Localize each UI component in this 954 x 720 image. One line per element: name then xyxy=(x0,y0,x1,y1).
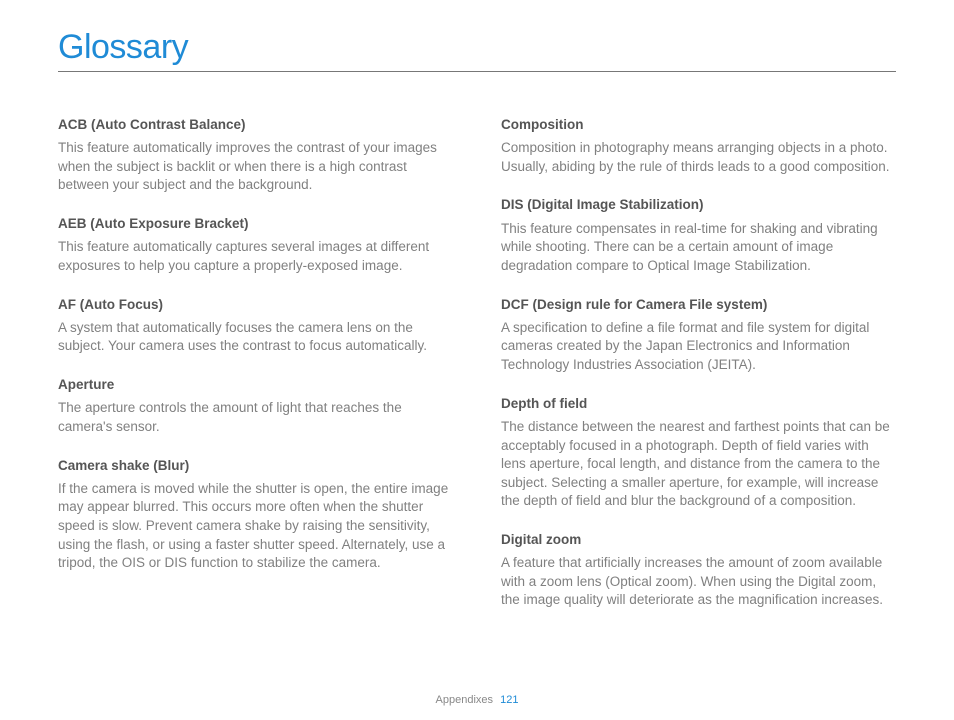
glossary-entry: Digital zoom A feature that artificially… xyxy=(501,531,896,610)
left-column: ACB (Auto Contrast Balance) This feature… xyxy=(58,116,453,630)
glossary-term: AEB (Auto Exposure Bracket) xyxy=(58,215,453,233)
glossary-entry: Depth of field The distance between the … xyxy=(501,395,896,511)
glossary-definition: This feature automatically captures seve… xyxy=(58,238,453,275)
glossary-entry: Camera shake (Blur) If the camera is mov… xyxy=(58,457,453,573)
footer-section: Appendixes xyxy=(436,694,494,706)
glossary-term: Aperture xyxy=(58,376,453,394)
page-title: Glossary xyxy=(58,28,896,72)
glossary-term: Depth of field xyxy=(501,395,896,413)
glossary-entry: Aperture The aperture controls the amoun… xyxy=(58,376,453,436)
glossary-entry: ACB (Auto Contrast Balance) This feature… xyxy=(58,116,453,195)
page-number: 121 xyxy=(500,694,518,706)
glossary-definition: Composition in photography means arrangi… xyxy=(501,139,896,176)
glossary-entry: AEB (Auto Exposure Bracket) This feature… xyxy=(58,215,453,275)
glossary-entry: DIS (Digital Image Stabilization) This f… xyxy=(501,196,896,275)
glossary-definition: A specification to define a file format … xyxy=(501,319,896,375)
right-column: Composition Composition in photography m… xyxy=(501,116,896,630)
glossary-term: AF (Auto Focus) xyxy=(58,296,453,314)
page-footer: Appendixes 121 xyxy=(0,694,954,706)
glossary-term: Digital zoom xyxy=(501,531,896,549)
glossary-definition: This feature compensates in real-time fo… xyxy=(501,220,896,276)
glossary-term: DCF (Design rule for Camera File system) xyxy=(501,296,896,314)
glossary-definition: A feature that artificially increases th… xyxy=(501,554,896,610)
glossary-definition: The aperture controls the amount of ligh… xyxy=(58,399,453,436)
glossary-definition: The distance between the nearest and far… xyxy=(501,418,896,511)
glossary-entry: DCF (Design rule for Camera File system)… xyxy=(501,296,896,375)
glossary-definition: This feature automatically improves the … xyxy=(58,139,453,195)
content-columns: ACB (Auto Contrast Balance) This feature… xyxy=(58,116,896,630)
glossary-definition: If the camera is moved while the shutter… xyxy=(58,480,453,573)
glossary-term: Composition xyxy=(501,116,896,134)
glossary-entry: Composition Composition in photography m… xyxy=(501,116,896,176)
glossary-term: ACB (Auto Contrast Balance) xyxy=(58,116,453,134)
glossary-term: Camera shake (Blur) xyxy=(58,457,453,475)
glossary-definition: A system that automatically focuses the … xyxy=(58,319,453,356)
glossary-term: DIS (Digital Image Stabilization) xyxy=(501,196,896,214)
glossary-entry: AF (Auto Focus) A system that automatica… xyxy=(58,296,453,356)
